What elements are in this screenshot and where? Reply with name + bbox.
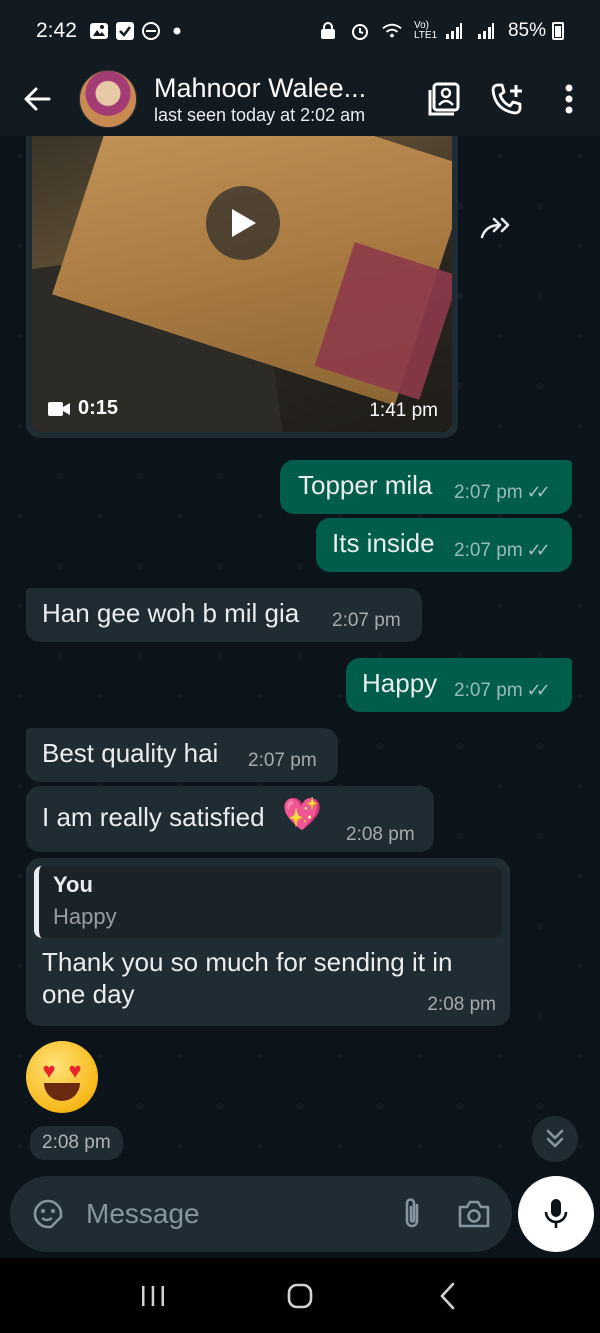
message-time: 2:07 pm ✓✓ — [454, 540, 551, 562]
message-time-text: 2:07 pm — [454, 540, 523, 561]
system-nav-bar — [0, 1258, 600, 1333]
camera-icon — [458, 1200, 490, 1228]
chat-area[interactable]: 0:15 1:41 pm Topper mila 2:07 pm ✓✓ Its i… — [0, 136, 600, 1258]
back-arrow-icon — [24, 87, 51, 111]
video-timestamp: 1:41 pm — [369, 400, 438, 421]
message-time: 2:07 pm ✓✓ — [454, 680, 551, 702]
incoming-message[interactable]: Han gee woh b mil gia 2:07 pm — [26, 588, 422, 642]
incoming-reply-message[interactable]: You Happy Thank you so much for sending … — [26, 858, 510, 1026]
play-icon — [232, 209, 256, 237]
video-thumbnail[interactable]: 0:15 1:41 pm — [32, 136, 452, 432]
message-time: 2:07 pm ✓✓ — [454, 482, 551, 504]
attach-button[interactable] — [392, 1194, 432, 1234]
message-time: 2:08 pm — [346, 824, 415, 845]
scroll-to-bottom-button[interactable] — [532, 1116, 578, 1162]
sticker-icon — [33, 1199, 63, 1229]
chevron-left-icon — [439, 1282, 454, 1309]
contact-card-icon — [428, 82, 460, 116]
video-duration-text: 0:15 — [78, 397, 119, 419]
contact-name: Mahnoor Walee... — [154, 73, 367, 103]
recent-apps-button[interactable] — [123, 1266, 183, 1326]
read-receipt-icon: ✓✓ — [526, 680, 551, 700]
sticker-button[interactable] — [28, 1194, 68, 1234]
double-chevron-down-icon — [546, 1129, 564, 1148]
message-text: Happy — [362, 668, 438, 698]
message-time-text: 2:07 pm — [454, 680, 523, 701]
lock-icon — [318, 21, 338, 41]
forward-button[interactable] — [474, 206, 520, 252]
message-text: Best quality hai — [42, 738, 219, 768]
incoming-message[interactable]: Best quality hai 2:07 pm — [26, 728, 338, 782]
message-text: Its inside — [332, 528, 435, 558]
network-label: Vo) LTE1 — [413, 20, 438, 41]
message-time: 2:08 pm — [427, 994, 496, 1015]
quoted-author: You — [53, 872, 93, 897]
outgoing-message[interactable]: Topper mila 2:07 pm ✓✓ — [280, 460, 572, 514]
read-receipt-icon: ✓✓ — [526, 482, 551, 502]
battery-percent: 85% — [507, 20, 546, 41]
video-duration: 0:15 — [48, 397, 118, 420]
heart-eyes-emoji-icon[interactable]: ♥ ♥ — [26, 1041, 98, 1113]
message-composer — [10, 1176, 512, 1252]
message-text-line-2: one day — [42, 979, 135, 1009]
home-button[interactable] — [270, 1266, 330, 1326]
heart-eye-left: ♥ — [42, 1058, 56, 1083]
emoji-mouth — [44, 1083, 80, 1101]
more-options-button[interactable] — [538, 68, 600, 130]
message-text-line-1: Thank you so much for sending it in — [42, 947, 453, 977]
wifi-icon — [382, 21, 402, 41]
status-bar: 2:42 Vo) LTE1 85% — [0, 0, 600, 62]
message-input[interactable] — [86, 1198, 366, 1230]
recent-apps-icon — [142, 1285, 165, 1306]
emoji-message-time: 2:08 pm — [30, 1126, 123, 1160]
checkbox-notification-icon — [115, 21, 135, 41]
video-call-button[interactable] — [414, 68, 476, 130]
status-time: 2:42 — [36, 19, 77, 42]
video-camera-icon — [48, 401, 70, 416]
message-time: 2:07 pm — [332, 610, 401, 631]
forward-icon — [480, 217, 510, 239]
play-button[interactable] — [206, 186, 280, 260]
kebab-menu-icon — [565, 84, 573, 114]
contact-avatar[interactable] — [79, 70, 137, 128]
read-receipt-icon: ✓✓ — [526, 540, 551, 560]
message-text: Topper mila — [298, 470, 433, 500]
incoming-message[interactable]: I am really satisfied 💖 2:08 pm — [26, 786, 434, 852]
alarm-icon — [350, 21, 370, 41]
signal-icon-2 — [476, 21, 496, 41]
contact-info[interactable]: Mahnoor Walee... last seen today at 2:02… — [154, 72, 366, 126]
status-right: Vo) LTE1 85% — [318, 20, 564, 42]
heart-eye-right: ♥ — [68, 1058, 82, 1083]
last-seen-status: last seen today at 2:02 am — [154, 105, 366, 125]
battery-icon — [552, 22, 564, 40]
message-text: Han gee woh b mil gia — [42, 598, 300, 628]
add-call-button[interactable] — [476, 68, 538, 130]
microphone-icon — [544, 1199, 568, 1228]
back-button[interactable] — [6, 68, 68, 130]
heart-emoji-icon: 💖 — [282, 796, 322, 832]
quoted-message[interactable]: You Happy — [34, 866, 502, 938]
chat-header: Mahnoor Walee... last seen today at 2:02… — [0, 62, 600, 136]
dot-icon — [167, 21, 187, 41]
phone-plus-icon — [491, 83, 522, 115]
camera-button[interactable] — [454, 1194, 494, 1234]
message-time: 2:07 pm — [248, 750, 317, 771]
gallery-notification-icon — [89, 21, 109, 41]
paperclip-icon — [405, 1198, 419, 1228]
video-message[interactable]: 0:15 1:41 pm — [26, 136, 458, 438]
signal-icon-1 — [444, 21, 464, 41]
message-text: I am really satisfied — [42, 802, 265, 832]
system-back-button[interactable] — [417, 1266, 477, 1326]
outgoing-message[interactable]: Happy 2:07 pm ✓✓ — [346, 658, 572, 712]
dnd-icon — [141, 21, 161, 41]
home-icon — [287, 1283, 313, 1308]
quoted-text: Happy — [53, 904, 117, 929]
voice-message-button[interactable] — [518, 1176, 594, 1252]
message-time-text: 2:07 pm — [454, 482, 523, 503]
outgoing-message[interactable]: Its inside 2:07 pm ✓✓ — [316, 518, 572, 572]
header-actions — [414, 68, 600, 130]
